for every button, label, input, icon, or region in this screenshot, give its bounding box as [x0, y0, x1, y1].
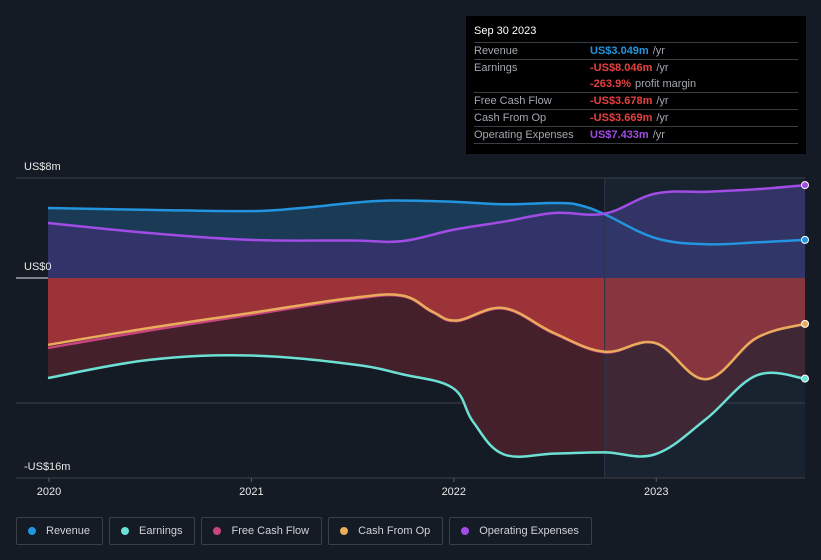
tooltip-divider [474, 143, 798, 145]
tooltip-row-unit: /yr [656, 62, 669, 74]
legend-dot-icon [121, 527, 130, 535]
legend-label: Revenue [46, 525, 91, 537]
cash-from-op-endpoint [801, 319, 809, 328]
x-tick-label: 2022 [442, 486, 466, 498]
earnings-endpoint [801, 374, 809, 383]
legend-item-operating-expenses[interactable]: Operating Expenses [449, 517, 592, 545]
tooltip-row-unit: /yr [652, 129, 665, 141]
tooltip-row-value: -263.9% [590, 78, 631, 90]
tooltip-row-unit: profit margin [634, 78, 697, 90]
tooltip-row-value: -US$3.669m [590, 112, 653, 124]
x-tick-label: 2020 [37, 486, 61, 498]
legend-dot-icon [461, 527, 470, 535]
tooltip-row: Cash From Op -US$3.669m/yr [474, 109, 798, 126]
legend-dot-icon [340, 527, 349, 535]
x-tick-label: 2023 [644, 486, 668, 498]
x-axis: 2020 2021 2022 2023 [16, 477, 805, 498]
tooltip-panel: Sep 30 2023 Revenue US$3.049m/yr Earnings -… [466, 16, 806, 154]
legend-label: Free Cash Flow [231, 525, 310, 537]
tooltip-row: Earnings -US$8.046m/yr [474, 59, 798, 76]
tooltip-row-label: Earnings [474, 62, 518, 74]
legend-dot-icon [28, 527, 36, 535]
y-tick-label: US$0 [24, 261, 52, 273]
last-year-highlight [604, 178, 805, 478]
tooltip-row-unit: /yr [656, 112, 669, 124]
tooltip-row-label: Revenue [474, 45, 519, 57]
tooltip-row: Free Cash Flow -US$3.678m/yr [474, 92, 798, 109]
legend-dot-icon [213, 527, 222, 535]
x-tick-label: 2021 [239, 486, 263, 498]
tooltip-row: Operating Expenses US$7.433m/yr [474, 126, 798, 143]
tooltip-date: Sep 30 2023 [474, 25, 537, 37]
legend-item-cash-from-op[interactable]: Cash From Op [328, 517, 444, 545]
legend: Revenue Earnings Free Cash Flow Cash From O… [16, 517, 592, 545]
y-tick-label: -US$16m [24, 461, 70, 473]
legend-label: Earnings [139, 525, 183, 537]
tooltip-row-label: Operating Expenses [474, 129, 574, 141]
tooltip-row-label: Cash From Op [474, 112, 547, 124]
tooltip-row-label: Free Cash Flow [474, 95, 552, 107]
tooltip-row-unit: /yr [652, 45, 665, 57]
legend-label: Operating Expenses [479, 525, 579, 537]
tooltip-row-label [474, 76, 590, 92]
tooltip-row-value: -US$8.046m [590, 62, 653, 74]
tooltip-row-value: US$7.433m [590, 129, 649, 141]
operating-expenses-endpoint [801, 181, 809, 190]
legend-item-earnings[interactable]: Earnings [109, 517, 196, 545]
revenue-endpoint [801, 235, 809, 244]
legend-label: Cash From Op [358, 525, 431, 537]
legend-item-revenue[interactable]: Revenue [16, 517, 104, 545]
legend-item-free-cash-flow[interactable]: Free Cash Flow [201, 517, 323, 545]
y-tick-label: US$8m [24, 161, 61, 173]
tooltip-row-unit: /yr [656, 95, 669, 107]
tooltip-row-value: US$3.049m [590, 45, 649, 57]
tooltip-row-value: -US$3.678m [590, 95, 653, 107]
tooltip-row: Revenue US$3.049m/yr [474, 42, 798, 59]
tooltip-row: -263.9% profit margin [474, 76, 798, 92]
